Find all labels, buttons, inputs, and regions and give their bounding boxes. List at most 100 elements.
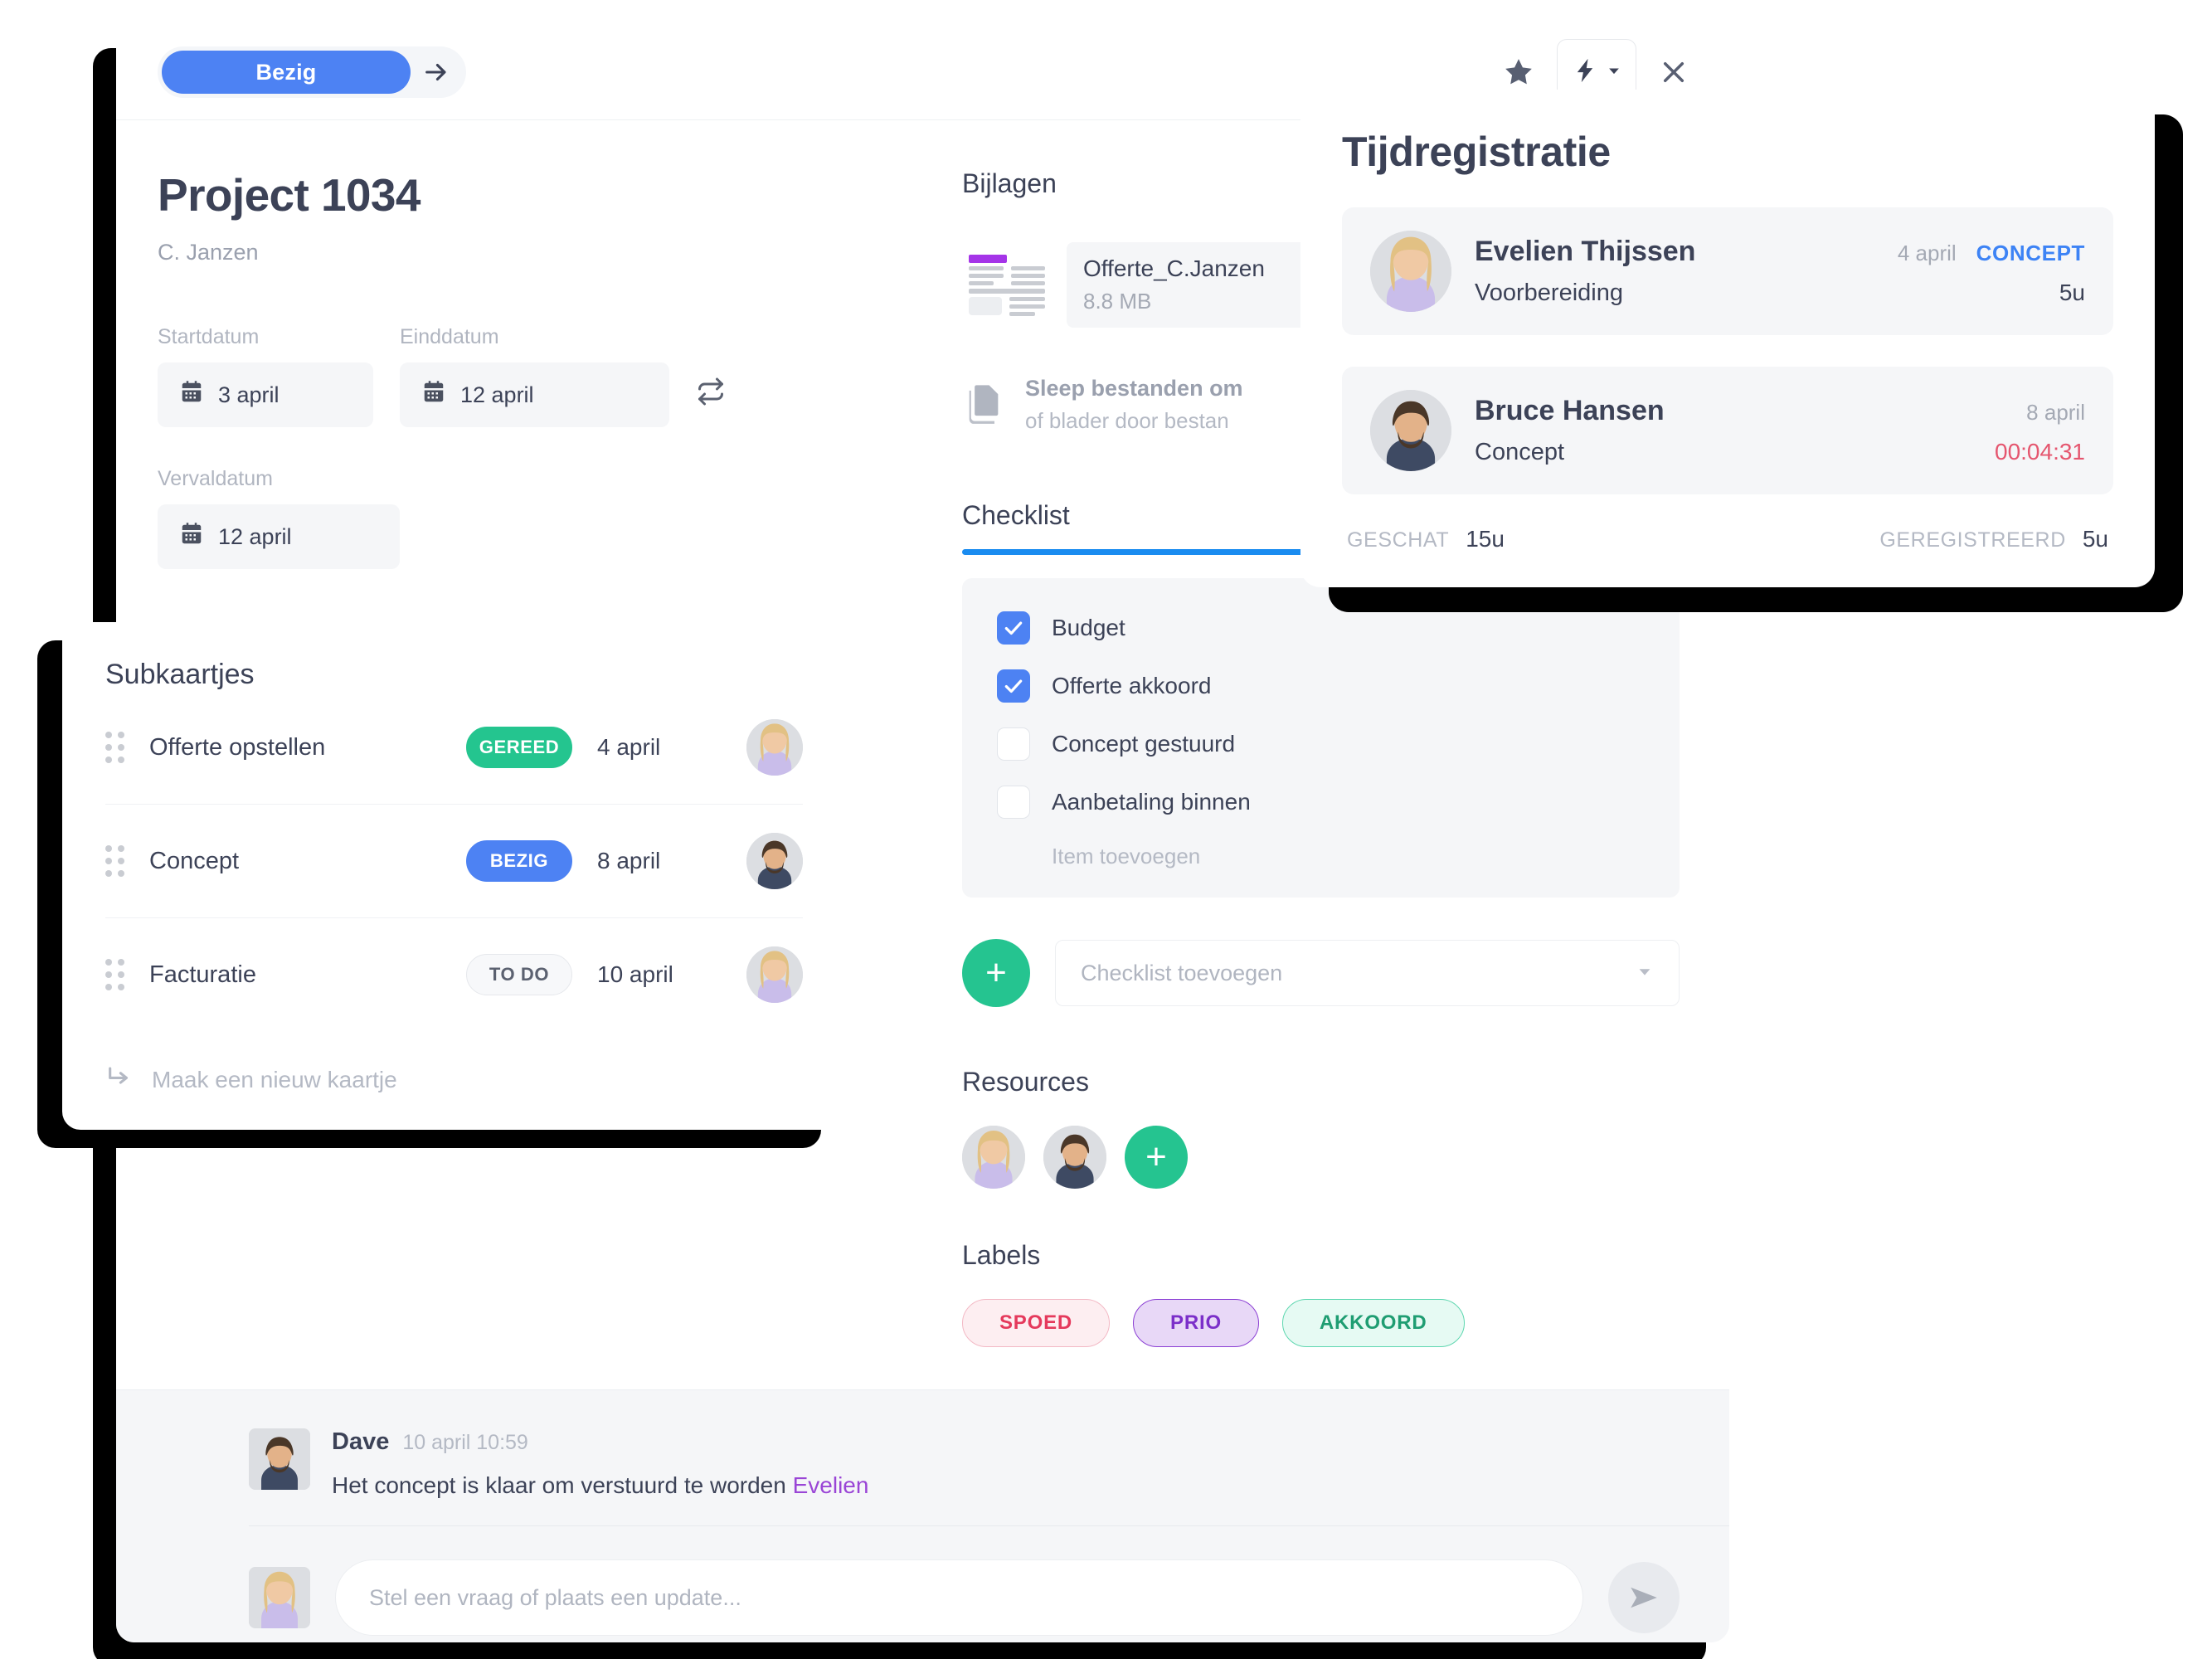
star-icon[interactable] bbox=[1502, 56, 1535, 89]
timetracking-date: 8 april bbox=[2026, 400, 2085, 425]
checkbox-checked-icon[interactable] bbox=[997, 669, 1030, 703]
timetracking-row[interactable]: Bruce Hansen 8 april Concept 00:04:31 bbox=[1342, 367, 2113, 494]
lightning-bolt-icon bbox=[1571, 56, 1599, 89]
create-new-subcard[interactable]: Maak een nieuw kaartje bbox=[105, 1031, 803, 1097]
einddatum-input[interactable]: 12 april bbox=[400, 362, 669, 427]
registered-label: GEREGISTREERD bbox=[1879, 528, 2066, 552]
comment-author: Dave bbox=[332, 1428, 390, 1455]
checklist-item-label: Offerte akkoord bbox=[1052, 673, 1212, 698]
einddatum-field: Einddatum 12 april bbox=[400, 325, 669, 427]
avatar bbox=[1370, 231, 1451, 312]
checklist-item[interactable]: Aanbetaling binnen bbox=[997, 786, 1645, 819]
checkbox-checked-icon[interactable] bbox=[997, 611, 1030, 645]
avatar bbox=[249, 1428, 310, 1490]
einddatum-value: 12 april bbox=[460, 382, 534, 407]
checklist-item[interactable]: Budget bbox=[997, 611, 1645, 645]
timetracking-state: CONCEPT bbox=[1976, 241, 2085, 265]
comment-item: Dave 10 april 10:59 Het concept is klaar… bbox=[116, 1390, 1729, 1499]
startdatum-label: Startdatum bbox=[158, 325, 260, 348]
registered-value: 5u bbox=[2082, 526, 2108, 552]
comment-timestamp: 10 april 10:59 bbox=[402, 1431, 528, 1454]
chevron-down-icon bbox=[1636, 961, 1654, 986]
startdatum-value: 3 april bbox=[218, 382, 280, 407]
comment-body: Dave 10 april 10:59 Het concept is klaar… bbox=[332, 1428, 868, 1499]
dropzone-text: Sleep bestanden om of blader door bestan bbox=[1025, 376, 1243, 434]
vervaldatum-input[interactable]: 12 april bbox=[158, 504, 400, 569]
client-name: C. Janzen bbox=[158, 240, 259, 265]
drag-handle-icon[interactable] bbox=[105, 732, 124, 763]
vervaldatum-value: 12 april bbox=[218, 523, 292, 549]
chevron-down-icon bbox=[1606, 62, 1622, 83]
resources-title: Resources bbox=[962, 1067, 1089, 1097]
plus-icon[interactable]: + bbox=[962, 939, 1030, 1007]
checklist-item-label: Budget bbox=[1052, 615, 1125, 640]
subcard-date: 8 april bbox=[597, 848, 661, 873]
status-pill[interactable]: Bezig bbox=[162, 51, 411, 94]
label-chip[interactable]: PRIO bbox=[1133, 1299, 1259, 1347]
checkbox-unchecked-icon[interactable] bbox=[997, 786, 1030, 819]
close-icon[interactable] bbox=[1658, 56, 1689, 88]
dropzone-subtitle: of blader door bestan bbox=[1025, 408, 1229, 433]
subcard-row[interactable]: Concept BEZIG 8 april bbox=[105, 805, 803, 918]
subcard-name: Facturatie bbox=[149, 961, 256, 988]
labels-title: Labels bbox=[962, 1240, 1041, 1270]
subcard-status-badge[interactable]: BEZIG bbox=[466, 840, 572, 882]
date-fields: Startdatum 3 april Einddatum 12 april bbox=[158, 325, 962, 427]
einddatum-label: Einddatum bbox=[400, 325, 499, 348]
avatar bbox=[1370, 390, 1451, 471]
timetracking-title: Tijdregistratie bbox=[1342, 129, 1611, 175]
comment-composer: Stel een vraag of plaats een update... bbox=[249, 1525, 1729, 1636]
subcards-title: Subkaartjes bbox=[105, 659, 255, 690]
drag-handle-icon[interactable] bbox=[105, 959, 124, 990]
subcard-status-badge[interactable]: GEREED bbox=[466, 727, 572, 768]
avatar[interactable] bbox=[962, 1126, 1025, 1189]
subcard-row[interactable]: Facturatie TO DO 10 april bbox=[105, 918, 803, 1031]
screenshot-canvas: Bezig Project 1034 C. Janzen Startdatum … bbox=[0, 0, 2212, 1659]
timetracking-date: 4 april bbox=[1897, 241, 1957, 265]
timetracking-info: Bruce Hansen 8 april Concept 00:04:31 bbox=[1475, 395, 2085, 466]
add-checklist-row: + Checklist toevoegen bbox=[962, 939, 1680, 1007]
checklist-item[interactable]: Concept gestuurd bbox=[997, 727, 1645, 761]
avatar bbox=[249, 1567, 310, 1628]
status-toggle[interactable]: Bezig bbox=[158, 46, 466, 98]
timetracking-row[interactable]: Evelien Thijssen 4 april CONCEPT Voorber… bbox=[1342, 207, 2113, 335]
checklist-add-select[interactable]: Checklist toevoegen bbox=[1055, 940, 1680, 1006]
estimated-value: 15u bbox=[1466, 526, 1505, 552]
drag-handle-icon[interactable] bbox=[105, 845, 124, 877]
timetracking-running-timer: 00:04:31 bbox=[1995, 439, 2085, 465]
avatar[interactable] bbox=[1043, 1126, 1106, 1189]
avatar[interactable] bbox=[746, 719, 803, 776]
subcard-row[interactable]: Offerte opstellen GEREED 4 april bbox=[105, 691, 803, 805]
timetracking-task: Concept bbox=[1475, 439, 1565, 465]
checklist-items: Budget Offerte akkoord Concept gestuurd bbox=[962, 578, 1680, 898]
comment-mention[interactable]: Evelien bbox=[793, 1472, 869, 1498]
timetracking-panel: Tijdregistratie Evelien Thijssen 4 april… bbox=[1300, 90, 2155, 587]
calendar-icon bbox=[179, 522, 204, 552]
avatar[interactable] bbox=[746, 946, 803, 1003]
checklist-item-label: Aanbetaling binnen bbox=[1052, 789, 1251, 815]
timetracking-info: Evelien Thijssen 4 april CONCEPT Voorber… bbox=[1475, 236, 2085, 307]
checklist-item[interactable]: Offerte akkoord bbox=[997, 669, 1645, 703]
comments-section: Dave 10 april 10:59 Het concept is klaar… bbox=[116, 1389, 1729, 1642]
label-chip[interactable]: AKKOORD bbox=[1281, 1299, 1465, 1347]
calendar-icon bbox=[179, 380, 204, 411]
startdatum-field: Startdatum 3 april bbox=[158, 325, 373, 427]
startdatum-input[interactable]: 3 april bbox=[158, 362, 373, 427]
subcard-status-badge[interactable]: TO DO bbox=[466, 954, 572, 995]
arrow-right-icon[interactable] bbox=[411, 51, 462, 94]
labels-chips: SPOED PRIO AKKOORD bbox=[962, 1299, 1680, 1347]
checklist-add-placeholder: Checklist toevoegen bbox=[1081, 960, 1283, 985]
resources-section: Resources + bbox=[962, 1067, 1680, 1189]
resources-list: + bbox=[962, 1126, 1680, 1189]
timetracking-name: Evelien Thijssen bbox=[1475, 236, 1696, 267]
avatar[interactable] bbox=[746, 833, 803, 889]
comment-input[interactable]: Stel een vraag of plaats een update... bbox=[335, 1559, 1583, 1636]
label-chip[interactable]: SPOED bbox=[962, 1299, 1111, 1347]
add-resource-button[interactable]: + bbox=[1125, 1126, 1188, 1189]
add-checklist-item[interactable]: Item toevoegen bbox=[1052, 844, 1645, 869]
swap-dates-icon[interactable] bbox=[696, 377, 726, 411]
timetracking-name: Bruce Hansen bbox=[1475, 395, 1665, 426]
subcard-name: Concept bbox=[149, 847, 240, 874]
checkbox-unchecked-icon[interactable] bbox=[997, 727, 1030, 761]
send-icon[interactable] bbox=[1608, 1562, 1680, 1633]
